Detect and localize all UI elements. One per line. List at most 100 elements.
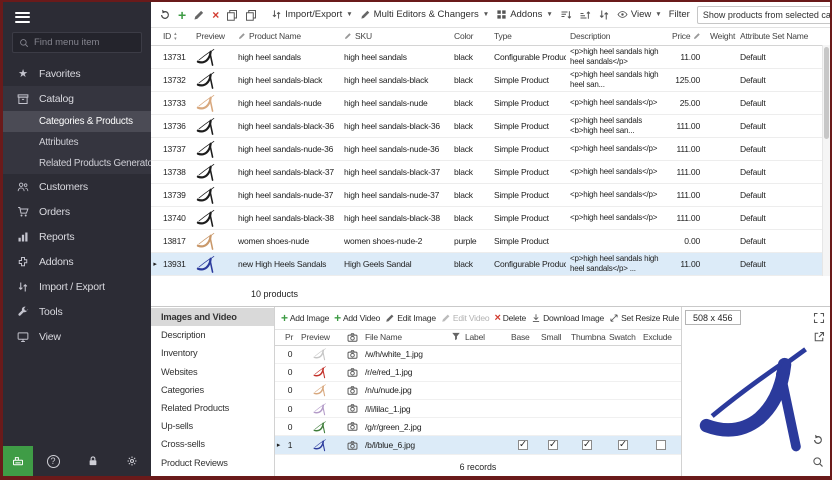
sidebar-item-related-products-generator[interactable]: Related Products Generator [3,153,151,174]
col-swatch[interactable]: Swatch [606,330,640,345]
image-row[interactable]: 0/g/r/green_2.jpg [275,418,681,436]
add-image-button[interactable]: +Add Image [281,312,329,324]
product-row[interactable]: 13732high heel sandals-blackhigh heel sa… [151,68,822,91]
sidebar-item-view[interactable]: View [3,324,151,349]
fullscreen-icon[interactable] [813,312,825,324]
product-row[interactable]: 13737high heel sandals-nude-36high heel … [151,137,822,160]
col-exclude[interactable]: Exclude [640,330,681,345]
edit-video-button[interactable]: Edit Video [441,313,490,323]
view-menu[interactable]: View▼ [617,9,662,20]
tab-related-products[interactable]: Related Products [151,399,274,417]
col-flag[interactable] [448,330,462,345]
shoe-thumbnail [196,231,216,251]
tab-up-sells[interactable]: Up-sells [151,417,274,435]
product-row[interactable]: ▸13931new High Heels SandalsHigh Geels S… [151,252,822,275]
sidebar-item-catalog[interactable]: Catalog [3,86,151,111]
base-checkbox[interactable] [518,440,528,450]
col-thumbnail[interactable]: Thumbna [568,330,606,345]
copy-icon[interactable] [226,9,238,21]
product-row[interactable]: 13738high heel sandals-black-37high heel… [151,160,822,183]
tab-description[interactable]: Description [151,326,274,344]
delete-image-button[interactable]: ×Delete [494,313,526,324]
product-row[interactable]: 13736high heel sandals-black-36high heel… [151,114,822,137]
duplicate-icon[interactable] [245,9,257,21]
image-row[interactable]: 0/w/h/white_1.jpg [275,345,681,363]
image-row[interactable]: 0/n/u/nude.jpg [275,381,681,399]
sidebar-item-customers[interactable]: Customers [3,174,151,199]
product-row[interactable]: 13740high heel sandals-black-38high heel… [151,206,822,229]
tab-product-reviews[interactable]: Product Reviews [151,454,274,472]
delete-product-icon[interactable]: × [212,9,219,21]
col-small[interactable]: Small [538,330,568,345]
col-base[interactable]: Base [508,330,538,345]
tab-images-and-video[interactable]: Images and Video [151,308,274,326]
exclude-checkbox[interactable] [656,440,666,450]
grid-scrollbar-thumb[interactable] [824,47,829,139]
product-row[interactable]: 13739high heel sandals-nude-37high heel … [151,183,822,206]
col-price[interactable]: Price [668,28,706,45]
col-color[interactable]: Color [450,28,490,45]
lock-icon[interactable] [87,455,99,467]
col-id[interactable]: ID▴▾ [159,28,192,45]
col-label[interactable]: Label [462,330,508,345]
category-filter-select[interactable]: Show products from selected categories▼ [697,6,830,24]
set-resize-rule-button[interactable]: Set Resize Rule [609,313,679,323]
add-video-button[interactable]: +Add Video [334,312,380,324]
sidebar-item-reports[interactable]: Reports [3,224,151,249]
import-export-menu[interactable]: Import/Export▼ [271,9,352,20]
tab-cross-sells[interactable]: Cross-sells [151,435,274,453]
small-checkbox[interactable] [548,440,558,450]
product-row[interactable]: 13731high heel sandalshigh heel sandalsb… [151,45,822,68]
sidebar-item-import-export[interactable]: Import / Export [3,274,151,299]
pos-button[interactable] [3,446,33,476]
col-type[interactable]: Type [490,28,566,45]
col-product-name[interactable]: Product Name [234,28,340,45]
refresh-icon[interactable] [159,9,171,21]
menu-search-input[interactable]: Find menu item [12,32,142,53]
grid-scrollbar[interactable] [822,45,830,276]
col-sku[interactable]: SKU [340,28,450,45]
multi-editors-menu[interactable]: Multi Editors & Changers▼ [360,9,490,20]
sidebar-item-attributes[interactable]: Attributes [3,132,151,153]
gear-icon[interactable] [126,455,138,467]
edit-product-icon[interactable] [193,9,205,21]
product-row[interactable]: 13733high heel sandals-nudehigh heel san… [151,91,822,114]
image-row[interactable]: 0/l/i/lilac_1.jpg [275,400,681,418]
sort-desc-icon[interactable] [579,9,591,21]
sidebar-item-addons[interactable]: Addons [3,249,151,274]
help-icon[interactable]: ? [47,455,60,468]
rotate-refresh-icon[interactable] [812,434,824,446]
sidebar-item-tools[interactable]: Tools [3,299,151,324]
image-row[interactable]: 0/r/e/red_1.jpg [275,363,681,381]
swatch-checkbox[interactable] [618,440,628,450]
col-priority[interactable]: Pr [282,330,298,345]
tab-websites[interactable]: Websites [151,363,274,381]
add-product-icon[interactable]: + [178,8,186,22]
chart-icon [16,231,30,243]
hamburger-menu-icon[interactable] [3,2,151,29]
col-camera[interactable] [342,330,362,345]
col-description[interactable]: Description [566,28,668,45]
edit-image-button[interactable]: Edit Image [385,313,436,323]
col-file-name[interactable]: File Name [362,330,448,345]
tab-inventory[interactable]: Inventory [151,344,274,362]
product-color: black [450,206,490,229]
sidebar-item-favorites[interactable]: ★ Favorites [3,61,151,86]
addons-menu[interactable]: Addons▼ [496,9,553,20]
download-image-button[interactable]: Download Image [531,313,604,323]
filter-label: Filter [669,9,690,20]
tab-categories[interactable]: Categories [151,381,274,399]
image-file-name: /w/h/white_1.jpg [362,345,448,363]
zoom-icon[interactable] [812,456,824,468]
col-weight[interactable]: Weight [706,28,736,45]
sidebar-item-orders[interactable]: Orders [3,199,151,224]
image-row[interactable]: ▸1/b/l/blue_6.jpg [275,436,681,454]
product-row[interactable]: 13817women shoes-nudewomen shoes-nude-2p… [151,229,822,252]
col-attribute-set[interactable]: Attribute Set Name [736,28,822,45]
sidebar-item-categories-products[interactable]: Categories & Products [3,111,151,132]
transfer-icon[interactable] [598,9,610,21]
col-image-preview[interactable]: Preview [298,330,342,345]
thumbnail-checkbox[interactable] [582,440,592,450]
sort-asc-icon[interactable] [560,9,572,21]
col-preview[interactable]: Preview [192,28,234,45]
